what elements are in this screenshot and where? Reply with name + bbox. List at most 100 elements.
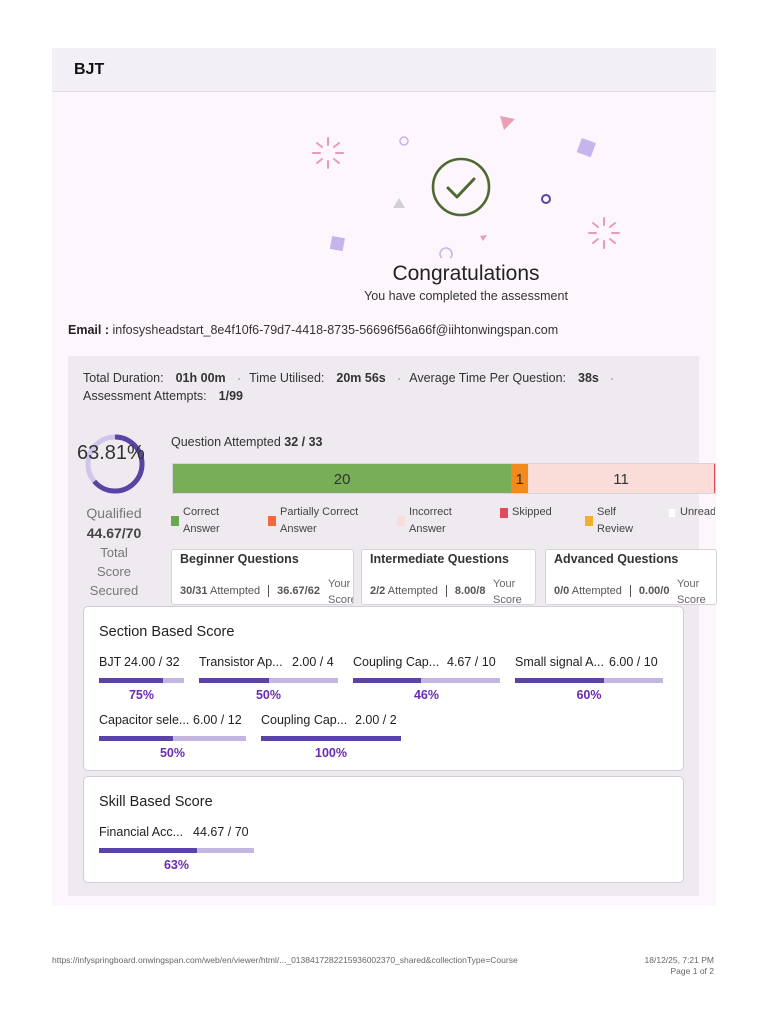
level-attempted-value: 30/31 [180,585,208,597]
bar-segment-correct: 20 [173,464,512,493]
score-item-name: Capacitor sele... [99,713,190,727]
score-item-percent: 63% [163,858,190,872]
level-attempted: 0/0 Attempted 0.00/0 [554,585,670,598]
level-separator [268,585,270,598]
legend-label: Partially Correct Answer [280,506,359,535]
legend-item: Skipped [500,504,552,521]
level-score-label: Your Score [493,578,522,605]
legend-label: Incorrect Answer [409,506,452,535]
score-item: Coupling Cap... 2.00 / 2 100% [261,713,401,765]
footer-date: 18/12/25, 7:21 PM [644,955,714,965]
score-percent: 63.81% [77,442,145,464]
level-attempted-label: Attempted [571,585,622,597]
bar-segment-incorrect: 11 [528,464,715,493]
level-card-intermediate: Intermediate Questions 2/2 Attempted 8.00/… [361,549,536,605]
score-item-value: 24.00 / 32 [124,655,180,669]
level-separator [629,585,631,598]
score-item-name: Financial Acc... [99,825,184,839]
score-item-value: 6.00 / 12 [193,713,242,727]
score-progress-track [261,736,401,741]
level-score-value: 8.00/8 [454,585,486,597]
level-attempted-value: 0/0 [554,585,570,597]
assessment-title: BJT [74,61,105,78]
score-item-value: 44.67 / 70 [193,825,249,839]
score-item-value: 6.00 / 10 [609,655,658,669]
skill-score-title: Skill Based Score [99,794,213,810]
skill-score-card: Skill Based Score Financial Acc... 44.67 … [83,776,684,883]
level-card-advanced: Advanced Questions 0/0 Attempted 0.00/0 You… [545,549,717,605]
legend-swatch [397,516,405,526]
score-item-value: 4.67 / 10 [447,655,496,669]
score-item-name: Coupling Cap... [353,655,440,669]
report-page: BJT Congratulations You have completed t… [0,0,768,1024]
check-circle-icon [431,157,491,217]
stat-label: Total Duration: [83,371,164,385]
bar-segment-partial: 1 [511,464,529,493]
score-item: BJT 24.00 / 32 75% [99,655,184,707]
score-item-name: Small signal A... [515,655,604,669]
score-item: Small signal A... 6.00 / 10 60% [515,655,663,707]
assessment-stats: Total Duration: 01h 00m Time Utilised: 20m… [83,369,683,405]
stat-value: 01h 00m [175,371,226,385]
email-line: Email : infosysheadstart_8e4f10f6-79d7-4… [68,323,558,337]
score-progress-track [99,848,254,853]
section-score-card: Section Based Score BJT 24.00 / 32 75% Tran… [83,606,684,771]
confetti-decoration [312,116,620,258]
score-progress-fill [99,678,163,683]
legend-label: Self Review [597,506,634,535]
level-attempted: 2/2 Attempted 8.00/8 [370,585,486,598]
level-score-label: Your Score [328,578,354,605]
footer-url: https://infyspringboard.onwingspan.com/w… [52,955,518,965]
legend-swatch [585,516,593,526]
stat-value: 1/99 [218,389,244,403]
qualified-status: Qualified [86,505,142,521]
score-item-percent: 46% [413,688,440,702]
score-item-value: 2.00 / 2 [355,713,397,727]
level-score-value: 36.67/62 [277,585,320,597]
score-progress-fill [99,736,173,741]
legend-item: Self Review [585,504,633,538]
score-item-name: Transistor Ap... [199,655,283,669]
score-summary-panel: Total Duration: 01h 00m Time Utilised: 20m… [68,356,717,896]
score-item-percent: 50% [159,746,186,760]
score-item: Transistor Ap... 2.00 / 4 50% [199,655,338,707]
score-progress-fill [353,678,421,683]
legend-label: Skipped [512,506,552,518]
legend-item: Incorrect Answer [397,504,452,538]
email-label: Email : [68,323,109,337]
section-score-title: Section Based Score [99,624,235,640]
score-progress-fill [99,848,197,853]
score-item-percent: 60% [576,688,602,702]
stat-label: Average Time Per Question: [409,371,567,385]
score-item-name: BJT [99,655,122,669]
score-item-percent: 100% [315,746,347,760]
score-progress-track [199,678,338,683]
score-progress-fill [199,678,269,683]
score-item-name: Coupling Cap... [261,713,348,727]
legend-swatch [500,507,508,518]
total-score-label: Total Score Secured [89,545,139,598]
level-attempted-label: Attempted [209,585,261,597]
legend-label: Correct Answer [183,506,220,535]
score-item-percent: 50% [255,688,282,702]
legend-item: Unread [668,504,715,521]
score-item: Financial Acc... 44.67 / 70 63% [99,825,254,877]
stat-label: Assessment Attempts: [83,389,207,403]
questions-attempted-value: 32 / 33 [284,435,323,449]
stat-value: 38s [578,371,599,385]
level-attempted-value: 2/2 [370,585,386,597]
total-score: 44.67/70 [86,525,142,541]
score-item-percent: 75% [128,688,155,702]
legend-item: Partially Correct Answer [268,504,358,538]
score-progress-track [515,678,663,683]
score-item-value: 2.00 / 4 [292,655,334,669]
score-progress-track [353,678,500,683]
level-score-label: Your Score [677,578,706,605]
level-score-value: 0.00/0 [638,585,670,597]
answer-breakdown-bar: 201111 [172,463,716,494]
questions-attempted-label: Question Attempted [171,435,281,449]
score-progress-track [99,678,184,683]
level-attempted: 30/31 Attempted 36.67/62 [180,585,320,598]
answer-legend: Correct Answer Partially Correct Answer In… [171,504,715,540]
legend-swatch [268,516,276,526]
